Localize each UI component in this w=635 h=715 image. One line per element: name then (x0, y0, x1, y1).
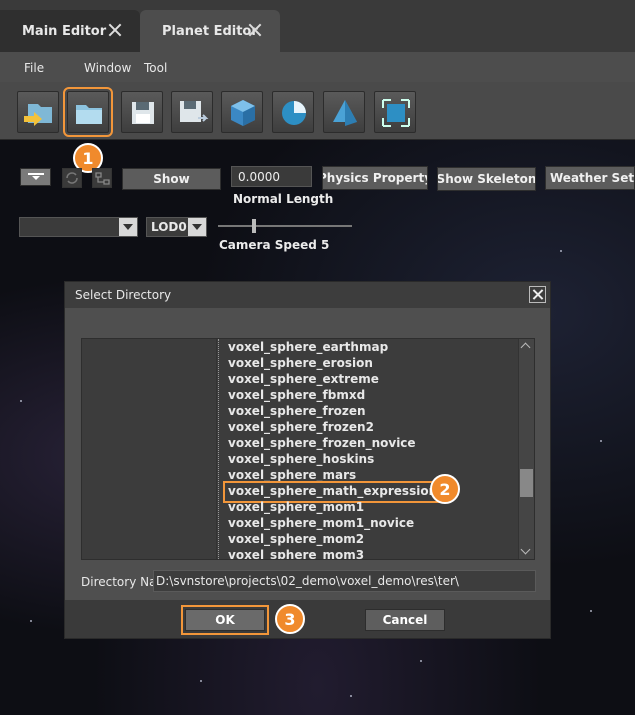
tab-main-editor[interactable]: Main Editor (0, 10, 140, 52)
directory-tree[interactable]: voxel_sphere_earthmap voxel_sphere_erosi… (81, 338, 535, 560)
lod-value: LOD0 (151, 220, 187, 234)
scroll-up-icon[interactable] (519, 339, 534, 354)
show-button[interactable]: Show (122, 168, 221, 190)
list-item[interactable]: voxel_sphere_mom1_novice (228, 516, 414, 532)
close-icon[interactable] (529, 286, 546, 303)
list-item[interactable]: voxel_sphere_mom1 (228, 500, 364, 516)
show-skeleton-button[interactable]: Show Skeleton (437, 167, 536, 191)
hierarchy-button[interactable] (92, 168, 112, 188)
menu-bar: File Window Tool (0, 52, 635, 82)
directory-name-label: Directory Na (81, 575, 155, 589)
open-into-icon (24, 104, 52, 126)
list-item[interactable]: voxel_sphere_fbmxd (228, 388, 365, 404)
list-item[interactable]: voxel_sphere_frozen (228, 404, 366, 420)
list-item[interactable]: voxel_sphere_erosion (228, 356, 373, 372)
lod-select[interactable]: LOD0 (146, 217, 207, 237)
camera-speed-slider[interactable] (218, 219, 352, 233)
pyramid-icon (333, 100, 357, 126)
list-item[interactable]: voxel_sphere_earthmap (228, 340, 388, 356)
list-item[interactable]: voxel_sphere_frozen2 (228, 420, 374, 436)
hierarchy-icon (95, 172, 110, 185)
list-item-selected[interactable]: voxel_sphere_math_expression (222, 481, 443, 503)
object-select[interactable] (19, 217, 138, 237)
menu-window[interactable]: Window (84, 61, 131, 75)
close-icon[interactable] (108, 23, 122, 37)
directory-name-input[interactable]: D:\svnstore\projects\02_demo\voxel_demo\… (153, 570, 536, 592)
refresh-button[interactable] (62, 168, 82, 188)
save-icon (132, 102, 154, 124)
tab-label: Planet Editor (162, 23, 258, 39)
chevron-down-icon (188, 218, 206, 236)
tree-guide-line (218, 339, 219, 559)
menu-file[interactable]: File (24, 61, 44, 75)
list-item[interactable]: voxel_sphere_mom2 (228, 532, 364, 548)
dialog-title: Select Directory (75, 288, 172, 302)
cancel-button[interactable]: Cancel (365, 609, 445, 631)
sphere-icon (282, 101, 306, 125)
chevron-down-icon (119, 218, 137, 236)
normal-length-input[interactable]: 0.0000 (231, 166, 312, 187)
dropdown-toggle-button[interactable] (20, 168, 51, 186)
pyramid-button[interactable] (323, 91, 365, 133)
tab-label: Main Editor (22, 23, 107, 39)
slider-handle[interactable] (252, 219, 256, 233)
ok-button[interactable]: OK (181, 605, 269, 635)
toolbar (0, 82, 635, 140)
list-item[interactable]: voxel_sphere_extreme (228, 372, 379, 388)
tab-bar: Main Editor Planet Editor (0, 0, 635, 52)
list-item[interactable]: voxel_sphere_mars (228, 468, 356, 484)
list-item[interactable]: voxel_sphere_mom3 (228, 548, 364, 559)
save-button[interactable] (121, 91, 163, 133)
scrollbar-thumb[interactable] (520, 469, 533, 497)
open-into-button[interactable] (17, 91, 59, 133)
sphere-button[interactable] (272, 91, 314, 133)
refresh-icon (66, 172, 78, 184)
select-directory-dialog: Select Directory voxel_sphere_earthmap v… (64, 281, 551, 639)
dialog-footer: OK Cancel (65, 600, 550, 638)
weather-settings-button[interactable]: Weather Settin (545, 166, 635, 190)
save-as-icon (180, 101, 209, 122)
dialog-title-bar: Select Directory (65, 282, 550, 308)
normal-length-label: Normal Length (233, 192, 334, 206)
physics-property-button[interactable]: Physics Property (322, 166, 428, 190)
list-item[interactable]: voxel_sphere_hoskins (228, 452, 374, 468)
menu-tool[interactable]: Tool (144, 61, 167, 75)
list-item[interactable]: voxel_sphere_frozen_novice (228, 436, 416, 452)
close-icon[interactable] (248, 23, 262, 37)
step-badge-2: 2 (430, 474, 460, 504)
open-folder-icon (76, 105, 102, 124)
cube-button[interactable] (221, 91, 263, 133)
camera-speed-label: Camera Speed 5 (219, 238, 330, 252)
cube-icon (231, 100, 255, 126)
step-badge-3: 3 (275, 604, 305, 634)
open-folder-button[interactable] (63, 87, 113, 137)
transform-icon (382, 99, 410, 127)
tree-scrollbar[interactable] (518, 339, 534, 559)
tree-root-pane (82, 339, 217, 559)
save-as-button[interactable] (171, 91, 213, 133)
scroll-down-icon[interactable] (519, 544, 534, 559)
transform-button[interactable] (374, 91, 416, 133)
dropdown-toggle-icon (27, 173, 44, 180)
tab-planet-editor[interactable]: Planet Editor (140, 10, 280, 52)
